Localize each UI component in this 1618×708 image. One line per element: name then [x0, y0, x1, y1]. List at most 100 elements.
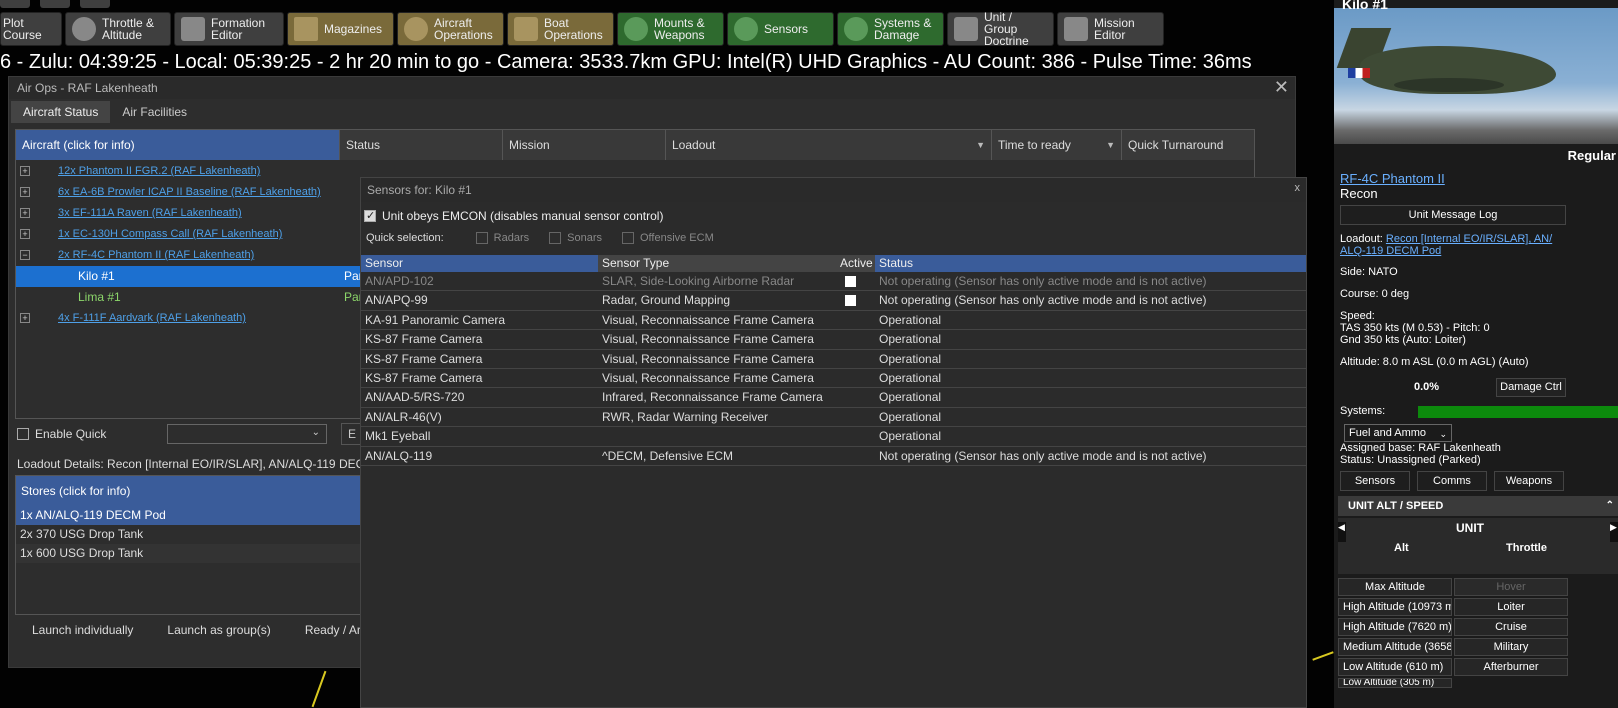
expand-icon[interactable]: +	[20, 187, 30, 197]
active-checkbox[interactable]	[845, 295, 856, 307]
stores-header[interactable]: Stores (click for info)	[16, 476, 374, 506]
group-link[interactable]: 6x EA-6B Prowler ICAP II Baseline (RAF L…	[58, 182, 321, 203]
launch-individually-button[interactable]: Launch individually	[15, 619, 150, 641]
close-icon[interactable]: x	[1295, 182, 1301, 194]
throttle-afterburner-button[interactable]: Afterburner	[1454, 658, 1568, 676]
boat-operations-button[interactable]: Boat Operations	[507, 12, 614, 46]
throttle-military-button[interactable]: Military	[1454, 638, 1568, 656]
col-aircraft[interactable]: Aircraft (click for info)	[16, 130, 340, 160]
alt-speed-header[interactable]: UNIT ALT / SPEED ⌃	[1338, 496, 1618, 516]
checkbox-checked[interactable]	[364, 209, 376, 222]
fuel-ammo-value: Fuel and Ammo	[1349, 427, 1427, 439]
sensor-row[interactable]: KS-87 Frame Camera Visual, Reconnaissance…	[361, 350, 1306, 369]
loadout-link-2[interactable]: ALQ-119 DECM Pod	[1340, 245, 1441, 257]
aircraft-operations-button[interactable]: Aircraft Operations	[397, 12, 504, 46]
tab-air-facilities[interactable]: Air Facilities	[110, 101, 199, 123]
expand-icon[interactable]: +	[20, 313, 30, 323]
weapons-panel-button[interactable]: Weapons	[1494, 471, 1564, 491]
air-ops-title: Air Ops - RAF Lakenheath	[9, 77, 1295, 99]
prev-arrow-icon[interactable]: ◀	[1338, 522, 1346, 542]
systems-damage-button[interactable]: Systems & Damage	[837, 12, 944, 46]
checkbox[interactable]	[17, 428, 29, 440]
chevron-down-icon[interactable]: ▼	[976, 130, 985, 160]
group-link[interactable]: 1x EC-130H Compass Call (RAF Lakenheath)	[58, 224, 282, 245]
loadout-link[interactable]: Recon [Internal EO/IR/SLAR], AN/	[1386, 233, 1552, 245]
alt-max-button[interactable]: Max Altitude	[1338, 578, 1452, 596]
active-checkbox[interactable]	[845, 276, 856, 287]
alt-high-1-button[interactable]: High Altitude (10973 m	[1338, 598, 1452, 616]
quick-turnaround-select[interactable]: ⌄	[167, 424, 327, 444]
chevron-down-icon[interactable]: ▼	[1106, 130, 1115, 160]
col-status[interactable]: Status	[340, 130, 503, 160]
tab-aircraft-status[interactable]: Aircraft Status	[11, 101, 111, 123]
sensor-row[interactable]: AN/AAD-5/RS-720 Infrared, Reconnaissance …	[361, 388, 1306, 408]
comms-panel-button[interactable]: Comms	[1417, 471, 1487, 491]
store-row[interactable]: 1x 600 USG Drop Tank	[16, 544, 374, 563]
sensor-row[interactable]: AN/APD-102 SLAR, Side-Looking Airborne Ra…	[361, 272, 1306, 292]
group-link[interactable]: 2x RF-4C Phantom II (RAF Lakenheath)	[58, 245, 254, 266]
col-quick-turnaround[interactable]: Quick Turnaround	[1122, 130, 1254, 160]
sensor-row[interactable]: Mk1 Eyeball Operational	[361, 427, 1306, 447]
sensor-active-cell	[836, 330, 875, 348]
group-link[interactable]: 12x Phantom II FGR.2 (RAF Lakenheath)	[58, 161, 260, 182]
collapse-icon[interactable]: −	[20, 250, 30, 260]
throttle-loiter-button[interactable]: Loiter	[1454, 598, 1568, 616]
sensor-row[interactable]: KS-87 Frame Camera Visual, Reconnaissance…	[361, 369, 1306, 389]
emcon-checkbox[interactable]: Unit obeys EMCON (disables manual sensor…	[364, 209, 663, 223]
sensor-row[interactable]: KA-91 Panoramic Camera Visual, Reconnaiss…	[361, 311, 1306, 331]
throttle-altitude-button[interactable]: Throttle & Altitude	[65, 12, 171, 46]
radars-checkbox[interactable]: Radars	[475, 232, 529, 244]
store-row[interactable]: 1x AN/ALQ-119 DECM Pod	[16, 506, 374, 525]
mounts-weapons-button[interactable]: Mounts & Weapons	[617, 12, 724, 46]
sensors-panel-button[interactable]: Sensors	[1340, 471, 1410, 491]
alt-medium-button[interactable]: Medium Altitude (3658	[1338, 638, 1452, 656]
expand-icon[interactable]: +	[20, 166, 30, 176]
next-arrow-icon[interactable]: ▶	[1610, 522, 1618, 542]
col-mission[interactable]: Mission	[503, 130, 666, 160]
expand-icon[interactable]: +	[20, 229, 30, 239]
col-status[interactable]: Status	[875, 255, 1306, 272]
aircraft-shadow-graphic	[1394, 78, 1504, 92]
collapse-icon[interactable]: ⌃	[1606, 496, 1614, 516]
sensor-row[interactable]: AN/APQ-99 Radar, Ground Mapping Not operat…	[361, 291, 1306, 311]
checkbox[interactable]	[549, 232, 562, 244]
launch-as-groups-button[interactable]: Launch as group(s)	[150, 619, 287, 641]
throttle-column-label: Throttle	[1506, 542, 1547, 554]
unit-name-link[interactable]: RF-4C Phantom II	[1340, 171, 1445, 186]
group-link[interactable]: 3x EF-111A Raven (RAF Lakenheath)	[58, 203, 242, 224]
col-loadout[interactable]: Loadout ▼	[666, 130, 992, 160]
expand-icon[interactable]: +	[20, 208, 30, 218]
sensor-name: KS-87 Frame Camera	[365, 332, 483, 347]
unit-group-doctrine-button[interactable]: Unit / Group Doctrine	[947, 11, 1054, 47]
plot-course-button[interactable]: Plot Course	[0, 12, 62, 46]
alt-high-2-button[interactable]: High Altitude (7620 m)	[1338, 618, 1452, 636]
enable-quick-checkbox[interactable]: Enable Quick	[17, 427, 106, 441]
root: { "toolbar": { "items": [ {"label": "Plo…	[0, 0, 1618, 708]
sensor-row[interactable]: KS-87 Frame Camera Visual, Reconnaissance…	[361, 330, 1306, 350]
sensor-row[interactable]: AN/ALR-46(V) RWR, Radar Warning Receiver O…	[361, 408, 1306, 428]
damage-ctrl-button[interactable]: Damage Ctrl	[1496, 378, 1566, 397]
sensors-button[interactable]: Sensors	[727, 12, 834, 46]
unit-message-log-button[interactable]: Unit Message Log	[1340, 205, 1566, 225]
formation-editor-button[interactable]: Formation Editor	[174, 12, 284, 46]
mission-editor-button[interactable]: Mission Editor	[1057, 12, 1164, 46]
col-active[interactable]: Active	[836, 255, 875, 272]
group-link[interactable]: 4x F-111F Aardvark (RAF Lakenheath)	[58, 308, 246, 329]
col-sensor[interactable]: Sensor	[361, 255, 598, 272]
fuel-ammo-select[interactable]: ⌄ Fuel and Ammo	[1344, 424, 1452, 442]
sonars-checkbox[interactable]: Sonars	[549, 232, 602, 244]
close-icon[interactable]: ✕	[1274, 77, 1289, 97]
sonars-label: Sonars	[567, 232, 602, 244]
throttle-cruise-button[interactable]: Cruise	[1454, 618, 1568, 636]
magazines-button[interactable]: Magazines	[287, 12, 394, 46]
store-row[interactable]: 2x 370 USG Drop Tank	[16, 525, 374, 544]
alt-low-1-button[interactable]: Low Altitude (610 m)	[1338, 658, 1452, 676]
checkbox[interactable]	[475, 232, 488, 244]
col-time-to-ready[interactable]: Time to ready ▼	[992, 130, 1122, 160]
col-sensor-type[interactable]: Sensor Type	[598, 255, 836, 272]
roundel-icon	[1348, 68, 1370, 78]
alt-low-2-button[interactable]: Low Altitude (305 m)	[1338, 678, 1452, 688]
offensive-ecm-checkbox[interactable]: Offensive ECM	[621, 232, 714, 244]
checkbox[interactable]	[621, 232, 634, 244]
sensor-row[interactable]: AN/ALQ-119 ^DECM, Defensive ECM Not operat…	[361, 447, 1306, 466]
